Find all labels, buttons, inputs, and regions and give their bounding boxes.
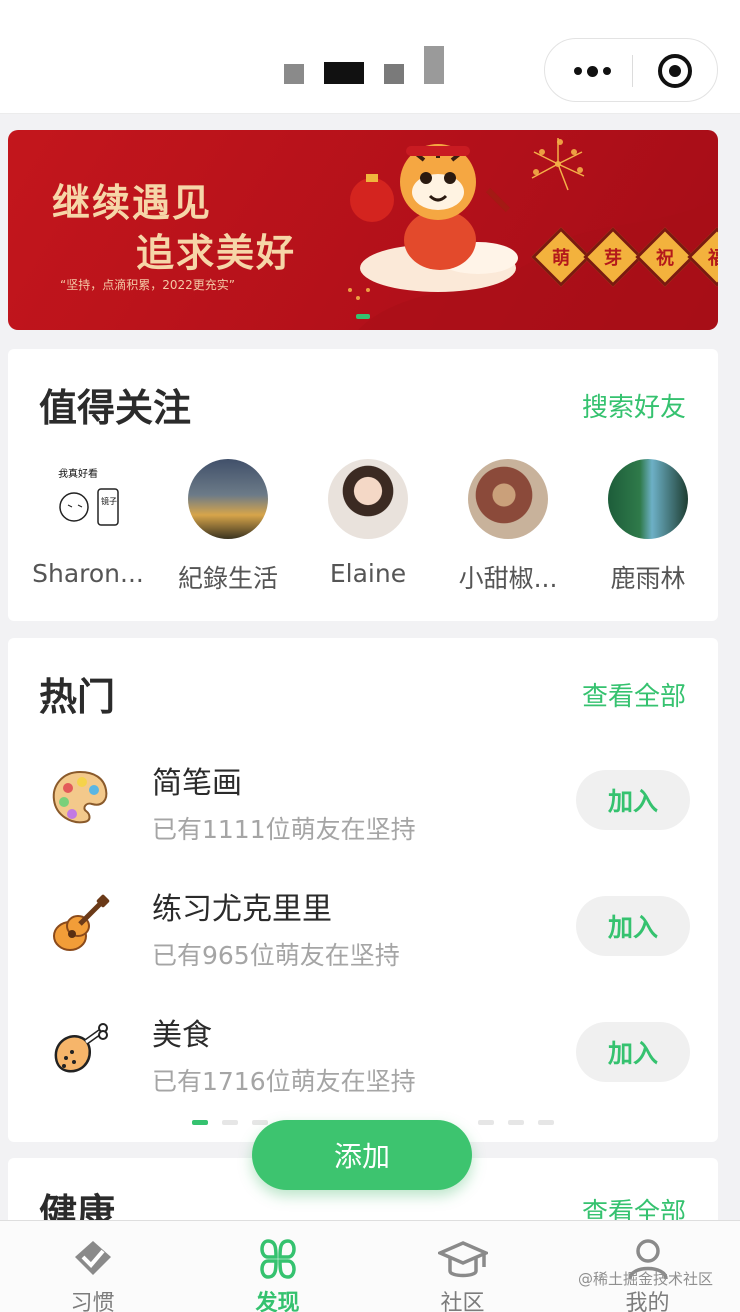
avatar[interactable] [608, 459, 688, 539]
blessing-tag: 祝 [635, 227, 695, 287]
banner-pager-dot[interactable] [356, 314, 370, 319]
blessing-tag: 萌 [531, 227, 591, 287]
hot-item-count: 已有965位萌友在坚持 [152, 941, 400, 970]
avatar[interactable] [468, 459, 548, 539]
discover-icon [259, 1239, 296, 1279]
capsule-divider [632, 55, 633, 87]
hot-item-title: 美食 [152, 1018, 212, 1053]
tiger-illustration [348, 138, 718, 330]
tab-label: 社区 [440, 1291, 485, 1312]
blessing-tags: 萌 芽 祝 福 [531, 227, 718, 287]
blessing-tag: 福 [687, 227, 718, 287]
watermark: @稀土掘金技术社区 [578, 1270, 714, 1288]
pager-dot[interactable] [538, 1120, 554, 1125]
hot-item[interactable]: 美食 已有1716位萌友在坚持 加入 [8, 1004, 718, 1104]
follow-user-name: Sharon... [32, 559, 144, 588]
pager-dot[interactable] [192, 1120, 208, 1125]
more-dots-icon[interactable] [567, 57, 617, 85]
follow-user[interactable]: 小甜椒... [438, 459, 578, 595]
hot-item-count: 已有1111位萌友在坚持 [152, 815, 416, 844]
bottom-tab-bar: 习惯 发现 社区 我的 [0, 1220, 740, 1312]
pager-dot[interactable] [222, 1120, 238, 1125]
join-button[interactable]: 加入 [576, 896, 690, 956]
tab-label: 我的 [625, 1291, 670, 1312]
follow-card: 值得关注 搜索好友 我真好看 镜子 Sharon... 紀錄生活 Elaine [8, 349, 718, 621]
blessing-tag: 芽 [583, 227, 643, 287]
follow-user[interactable]: 我真好看 镜子 Sharon... [18, 459, 158, 588]
hot-item-title: 简笔画 [152, 766, 242, 801]
tab-discover[interactable]: 发现 [185, 1221, 370, 1312]
follow-user-list: 我真好看 镜子 Sharon... 紀錄生活 Elaine 小甜椒... 鹿雨林 [8, 459, 718, 599]
avatar[interactable]: 我真好看 镜子 [48, 459, 128, 539]
follow-user[interactable]: Elaine [298, 459, 438, 588]
add-habit-button[interactable]: 添加 [252, 1120, 472, 1190]
follow-user-name: Elaine [329, 559, 407, 588]
join-button[interactable]: 加入 [576, 1022, 690, 1082]
hot-view-all-link[interactable]: 查看全部 [582, 676, 686, 713]
top-nav-bar [0, 0, 740, 114]
join-button[interactable]: 加入 [576, 770, 690, 830]
drumstick-icon [54, 1023, 108, 1073]
pager-dot[interactable] [478, 1120, 494, 1125]
follow-user[interactable]: 鹿雨林 [578, 459, 718, 595]
banner-line1: 继续遇见 [52, 180, 213, 225]
target-circle-icon[interactable] [658, 54, 692, 88]
banner-subtitle: “坚持，点滴积累，2022更充实” [60, 278, 235, 292]
avatar[interactable] [328, 459, 408, 539]
tab-community[interactable]: 社区 [370, 1221, 555, 1312]
tab-label: 发现 [255, 1291, 300, 1312]
hot-item-count: 已有1716位萌友在坚持 [152, 1067, 416, 1096]
hot-item[interactable]: 简笔画 已有1111位萌友在坚持 加入 [8, 752, 718, 852]
hot-title: 热门 [39, 675, 116, 719]
page-title-obscured [284, 42, 444, 84]
follow-title: 值得关注 [39, 386, 192, 430]
follow-user[interactable]: 紀錄生活 [158, 459, 298, 595]
follow-user-name: 紀錄生活 [177, 564, 278, 593]
hot-item[interactable]: 练习尤克里里 已有965位萌友在坚持 加入 [8, 878, 718, 978]
follow-user-name: 小甜椒... [458, 564, 558, 593]
svg-text:我真好看: 我真好看 [58, 467, 98, 480]
svg-text:镜子: 镜子 [101, 496, 117, 506]
mini-program-capsule [544, 38, 718, 102]
palette-icon [52, 770, 108, 824]
avatar[interactable] [188, 459, 268, 539]
hot-item-title: 练习尤克里里 [152, 892, 332, 927]
follow-user-name: 鹿雨林 [610, 564, 686, 593]
tab-profile[interactable]: 我的 [555, 1221, 740, 1312]
promo-banner[interactable]: 继续遇见 追求美好 “坚持，点滴积累，2022更充实” 萌 芽 祝 福 [8, 130, 718, 330]
banner-line2: 追求美好 [136, 230, 297, 275]
tab-habit[interactable]: 习惯 [0, 1221, 185, 1312]
search-friends-link[interactable]: 搜索好友 [582, 387, 686, 424]
habit-icon [74, 1241, 111, 1275]
ukulele-icon [53, 894, 110, 951]
pager-dot[interactable] [508, 1120, 524, 1125]
pager-dot[interactable] [252, 1120, 268, 1125]
community-icon [437, 1241, 488, 1278]
tab-label: 习惯 [70, 1291, 115, 1312]
hot-card: 热门 查看全部 简笔画 已有1111位萌友在坚持 加入 练习尤克里里 已有965… [8, 638, 718, 1142]
